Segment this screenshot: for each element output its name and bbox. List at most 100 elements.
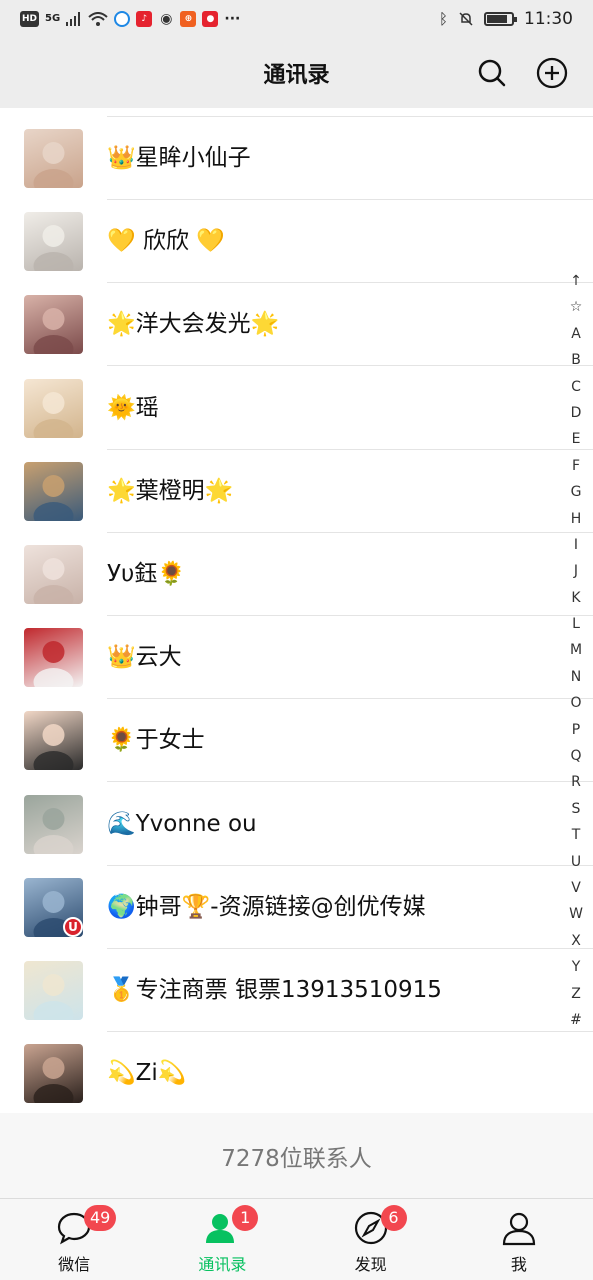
contact-count: 7278位联系人 — [0, 1113, 593, 1198]
index-letter[interactable]: M — [564, 637, 588, 663]
douyin-app-icon: ♪ — [136, 11, 153, 27]
wifi-icon — [88, 12, 108, 26]
index-letter[interactable]: # — [564, 1007, 588, 1033]
contact-name: 🌻于女士 — [107, 727, 205, 754]
contact-list[interactable]: 👑星眸小仙子 💛 欣欣 💛 🌟洋大会发光🌟 🌞瑶 🌟葉橙明🌟 Уυ鈺🌻 👑云大 🌻于女士 🌊Yv… — [0, 108, 593, 1113]
bluetooth-icon: ᛒ — [438, 10, 448, 28]
tab-label: 发现 — [354, 1255, 387, 1274]
header: 通讯录 — [0, 38, 593, 108]
index-letter[interactable]: B — [564, 347, 588, 373]
contact-name: 🥇专注商票 银票13913510915 — [107, 977, 442, 1003]
person-icon — [500, 1209, 538, 1247]
avatar-badge: U — [63, 916, 83, 937]
add-button[interactable] — [535, 56, 569, 90]
signal-icon — [66, 12, 81, 26]
page-title: 通讯录 — [263, 63, 330, 88]
index-letter[interactable]: H — [564, 506, 588, 532]
index-letter[interactable]: N — [564, 664, 588, 690]
contact-name: 👑云大 — [107, 644, 182, 671]
index-letter[interactable]: C — [564, 374, 588, 400]
contact-name: 🌟洋大会发光🌟 — [107, 311, 280, 338]
unread-badge: 6 — [380, 1205, 407, 1231]
index-letter[interactable]: U — [564, 849, 588, 875]
contact-row[interactable]: 🌞瑶 — [0, 367, 593, 450]
contact-row[interactable]: 🌟葉橙明🌟 — [0, 450, 593, 533]
tab-contacts[interactable]: 通讯录 1 — [148, 1199, 296, 1280]
contact-row[interactable]: 🌊Yvonne ou — [0, 783, 593, 866]
avatar — [24, 711, 83, 771]
index-letter[interactable]: ☆ — [564, 294, 588, 320]
index-letter[interactable]: Q — [564, 743, 588, 769]
index-letter[interactable]: Y — [564, 954, 588, 980]
index-letter[interactable]: V — [564, 875, 588, 901]
index-letter[interactable]: Z — [564, 981, 588, 1007]
contact-row[interactable]: 💫Zi💫 — [0, 1032, 593, 1113]
contact-row[interactable]: Уυ鈺🌻 — [0, 533, 593, 616]
index-letter[interactable]: E — [564, 426, 588, 452]
alphabet-index[interactable]: ↑ ☆ A B C D E F G H I J K L M N O P Q R S T U V W X Y Z # — [564, 268, 588, 1033]
index-letter[interactable]: F — [564, 453, 588, 479]
avatar — [24, 212, 83, 272]
unread-badge: 1 — [232, 1205, 259, 1231]
avatar — [24, 628, 83, 688]
contact-name: 🌍钟哥🏆-资源链接@创优传媒 — [107, 893, 426, 920]
network-indicator: 5G — [45, 13, 61, 24]
contact-row[interactable]: 🌻于女士 — [0, 699, 593, 783]
contact-name: 🌊Yvonne ou — [107, 810, 257, 837]
mute-icon — [459, 12, 473, 26]
tab-bar: 微信 49 通讯录 1 发现 6 我 — [0, 1198, 593, 1280]
index-letter[interactable]: O — [564, 690, 588, 716]
search-button[interactable] — [475, 56, 509, 90]
index-letter[interactable]: ↑ — [564, 268, 588, 294]
unread-badge: 49 — [84, 1205, 117, 1231]
tab-chat[interactable]: 微信 49 — [0, 1199, 148, 1280]
contact-name: 💛 欣欣 💛 — [107, 228, 225, 255]
index-letter[interactable]: X — [564, 928, 588, 954]
index-letter[interactable]: W — [564, 901, 588, 927]
tab-label: 通讯录 — [198, 1255, 247, 1274]
status-bar: HD 5G ♪ ◉ ⊕ ● ··· ᛒ 11:30 — [0, 0, 593, 38]
battery-icon — [484, 12, 517, 26]
index-letter[interactable]: D — [564, 400, 588, 426]
contact-name: 🌟葉橙明🌟 — [107, 477, 234, 504]
index-letter[interactable]: S — [564, 796, 588, 822]
index-letter[interactable]: A — [564, 321, 588, 347]
contact-row[interactable]: 🌟洋大会发光🌟 — [0, 283, 593, 367]
tab-label: 我 — [510, 1255, 527, 1274]
index-letter[interactable]: P — [564, 717, 588, 743]
index-letter[interactable]: K — [564, 585, 588, 611]
contact-name: 🌞瑶 — [107, 394, 159, 421]
plus-circle-icon — [536, 57, 568, 89]
avatar — [24, 794, 83, 854]
search-icon — [478, 59, 506, 87]
app-icon-orange: ⊕ — [180, 11, 197, 27]
wechat-app-icon: ◉ — [160, 11, 173, 27]
app-icon-red: ● — [202, 11, 219, 27]
avatar — [24, 961, 83, 1020]
index-letter[interactable]: I — [564, 532, 588, 558]
browser-app-icon — [114, 11, 131, 27]
avatar: U — [24, 877, 83, 937]
avatar — [24, 129, 83, 188]
index-letter[interactable]: L — [564, 611, 588, 637]
contact-row[interactable]: 👑星眸小仙子 — [0, 117, 593, 200]
index-letter[interactable]: J — [564, 558, 588, 584]
contact-name: 👑星眸小仙子 — [107, 145, 251, 171]
contact-row[interactable]: 👑云大 — [0, 616, 593, 700]
contact-name: 💫Zi💫 — [107, 1060, 187, 1087]
more-notifications-icon: ··· — [224, 11, 241, 27]
tab-person[interactable]: 我 — [445, 1199, 593, 1280]
contact-row[interactable]: 🥇专注商票 银票13913510915 — [0, 949, 593, 1032]
index-letter[interactable]: T — [564, 822, 588, 848]
avatar — [24, 378, 83, 438]
tab-compass[interactable]: 发现 6 — [297, 1199, 445, 1280]
hd-indicator: HD — [20, 11, 40, 27]
index-letter[interactable]: R — [564, 769, 588, 795]
tab-label: 微信 — [58, 1255, 91, 1274]
contact-row[interactable]: U 🌍钟哥🏆-资源链接@创优传媒 — [0, 866, 593, 949]
avatar — [24, 461, 83, 521]
battery-level — [487, 15, 508, 23]
contact-row[interactable]: 💛 欣欣 💛 — [0, 200, 593, 284]
index-letter[interactable]: G — [564, 479, 588, 505]
clock: 11:30 — [524, 9, 573, 29]
